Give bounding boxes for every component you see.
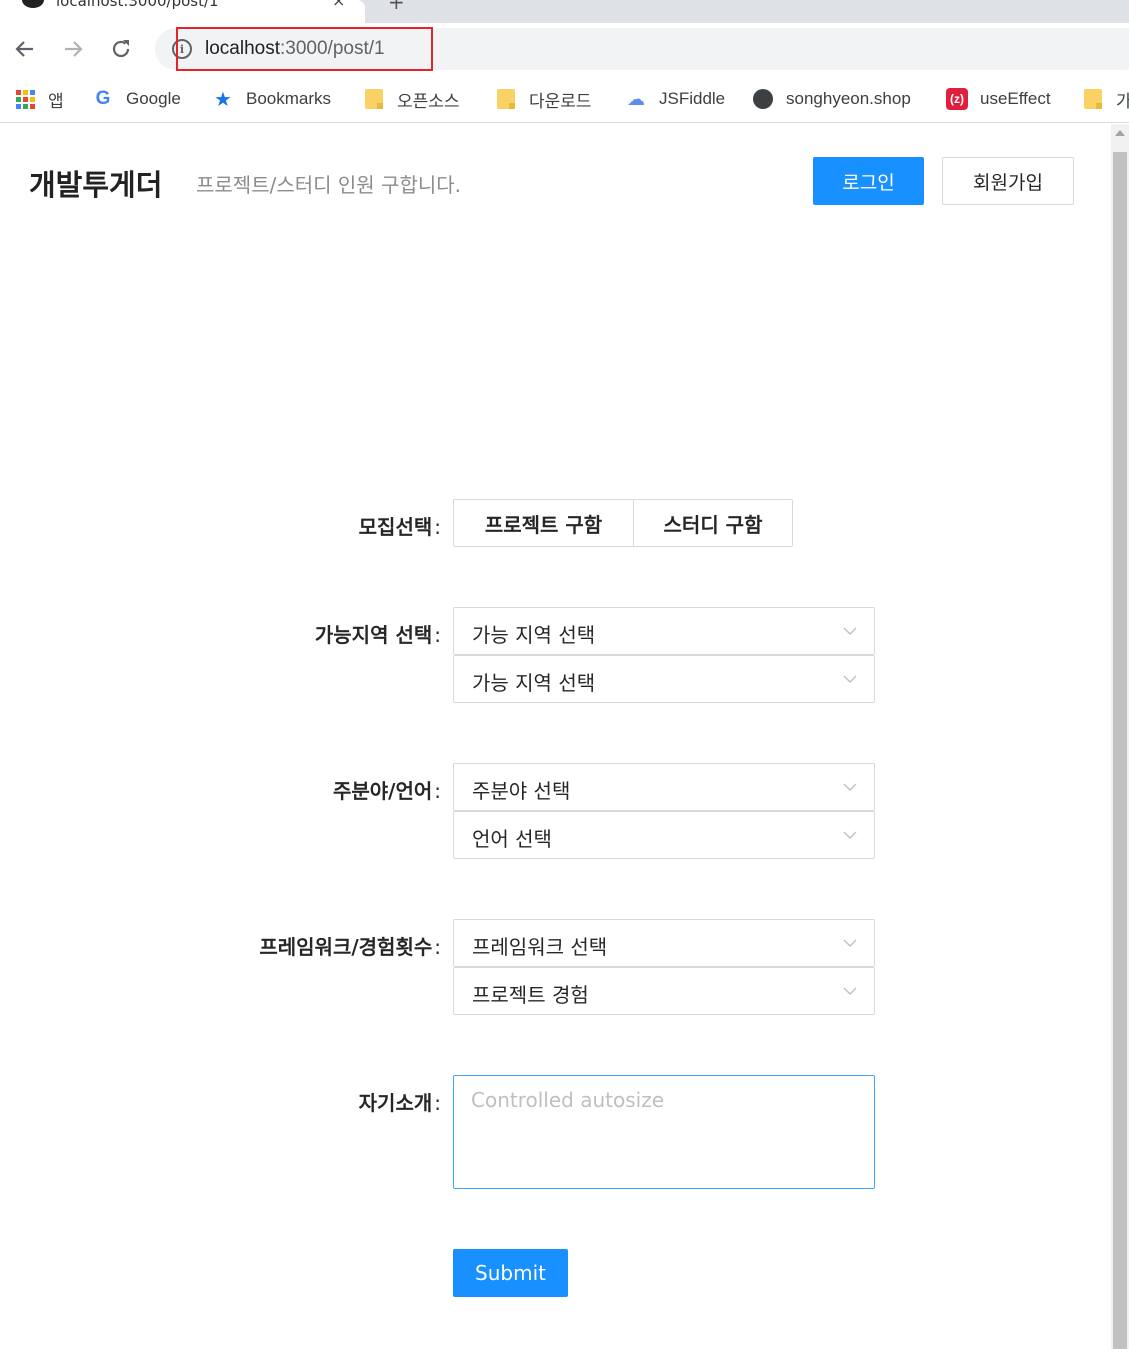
intro-label: 자기소개 <box>359 1087 441 1116</box>
browser-toolbar: i localhost:3000/post/1 <box>0 23 1129 77</box>
login-button[interactable]: 로그인 <box>813 157 924 205</box>
radio-project[interactable]: 프로젝트 구함 <box>453 499 634 547</box>
bookmark-label: Google <box>126 89 181 108</box>
tab-close-icon[interactable]: × <box>332 0 345 10</box>
radio-study[interactable]: 스터디 구함 <box>634 499 793 547</box>
bookmark-label: useEffect <box>980 89 1051 108</box>
intro-textarea[interactable] <box>453 1075 875 1189</box>
bookmark-label: 다운로드 <box>529 91 592 111</box>
select-value: 프레임워크 선택 <box>472 935 608 959</box>
tab-favicon-icon <box>22 0 44 8</box>
language-select[interactable]: 언어 선택 <box>453 811 875 859</box>
experience-select[interactable]: 프로젝트 경험 <box>453 967 875 1015</box>
bookmark-label: 앱 <box>48 91 64 111</box>
folder-icon <box>363 88 385 110</box>
select-value: 가능 지역 선택 <box>472 671 596 695</box>
bookmark-useeffect[interactable]: (z) useEffect <box>946 86 1051 112</box>
apps-grid-icon <box>14 88 36 110</box>
scroll-up-arrow-icon[interactable] <box>1115 130 1125 136</box>
bookmarks-bar: 앱 G Google ★ Bookmarks 오픈소스 다운로드 ☁ JSFid… <box>0 77 1129 123</box>
chevron-down-icon <box>843 831 857 839</box>
arrow-left-icon <box>15 41 33 57</box>
bookmark-bookmarks[interactable]: ★ Bookmarks <box>212 86 331 112</box>
folder-icon <box>1082 88 1104 110</box>
reload-icon <box>112 40 130 58</box>
bookmark-download[interactable]: 다운로드 <box>495 86 592 112</box>
field-select[interactable]: 주분야 선택 <box>453 763 875 811</box>
signup-button[interactable]: 회원가입 <box>942 157 1074 205</box>
submit-button[interactable]: Submit <box>453 1249 568 1297</box>
browser-tab-strip: localhost:3000/post/1 × + <box>0 0 1129 23</box>
bookmark-google[interactable]: G Google <box>92 86 181 112</box>
chevron-down-icon <box>843 783 857 791</box>
select-value: 가능 지역 선택 <box>472 623 596 647</box>
tab-title: localhost:3000/post/1 <box>56 0 219 10</box>
browser-tab[interactable]: localhost:3000/post/1 × <box>0 0 365 23</box>
globe-icon <box>752 88 774 110</box>
region-label: 가능지역 선택 <box>315 619 441 648</box>
cloud-icon: ☁ <box>627 88 645 109</box>
bookmark-jsfiddle[interactable]: ☁ JSFiddle <box>625 86 725 112</box>
framework-experience-label: 프레임워크/경험횟수 <box>259 931 441 960</box>
folder-icon <box>495 88 517 110</box>
framework-select[interactable]: 프레임워크 선택 <box>453 919 875 967</box>
reload-button[interactable] <box>107 35 135 63</box>
site-tagline: 프로젝트/스터디 인원 구합니다. <box>196 173 462 197</box>
recruit-label: 모집선택 <box>359 511 441 540</box>
bookmark-label: Bookmarks <box>246 89 332 108</box>
field-language-label: 주분야/언어 <box>333 775 441 804</box>
forward-button[interactable] <box>59 35 87 63</box>
bookmark-label: 가 <box>1116 91 1129 111</box>
select-value: 주분야 선택 <box>472 779 571 803</box>
zotero-glyph: (z) <box>946 88 968 110</box>
chevron-down-icon <box>843 675 857 683</box>
chevron-down-icon <box>843 627 857 635</box>
page-scrollbar[interactable] <box>1111 124 1129 1349</box>
select-value: 프로젝트 경험 <box>472 983 589 1007</box>
bookmark-label: JSFiddle <box>659 89 726 108</box>
arrow-right-icon <box>65 41 83 57</box>
bookmark-songhyeon[interactable]: songhyeon.shop <box>752 86 911 112</box>
scroll-thumb[interactable] <box>1113 152 1127 1349</box>
chevron-down-icon <box>843 939 857 947</box>
chevron-down-icon <box>843 987 857 995</box>
select-value: 언어 선택 <box>472 827 552 851</box>
google-icon: G <box>95 88 111 109</box>
star-icon: ★ <box>214 88 232 111</box>
back-button[interactable] <box>11 35 39 63</box>
bookmark-opensource[interactable]: 오픈소스 <box>363 86 460 112</box>
site-brand[interactable]: 개발투게더 <box>29 162 162 204</box>
url-highlight-box <box>176 27 433 71</box>
region-select-2[interactable]: 가능 지역 선택 <box>453 655 875 703</box>
recruit-radio-group: 프로젝트 구함 스터디 구함 <box>453 499 793 547</box>
zotero-icon: (z) <box>946 88 968 110</box>
bookmark-folder-more[interactable]: 가 <box>1082 86 1129 112</box>
bookmark-apps[interactable]: 앱 <box>14 86 64 112</box>
bookmark-label: songhyeon.shop <box>786 89 911 108</box>
region-select-1[interactable]: 가능 지역 선택 <box>453 607 875 655</box>
bookmark-label: 오픈소스 <box>397 91 460 111</box>
new-tab-icon[interactable]: + <box>388 0 405 14</box>
